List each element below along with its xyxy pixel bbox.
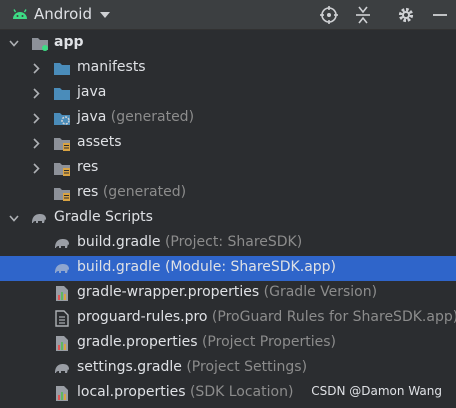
minimize-icon (433, 14, 447, 16)
tree-item-label: proguard-rules.pro (ProGuard Rules for S… (77, 309, 456, 325)
resource-folder-icon (54, 188, 70, 201)
tree-item-label: res (77, 159, 99, 175)
tree-item-app[interactable]: app (0, 31, 456, 56)
folder-icon (54, 63, 70, 75)
tree-item-label: build.gradle (Module: ShareSDK.app) (77, 259, 337, 275)
tree-item-java-generated[interactable]: java (generated) (0, 106, 456, 131)
chevron-right-icon[interactable] (31, 63, 41, 74)
hide-button[interactable] (429, 4, 451, 26)
crosshair-icon (320, 6, 338, 24)
gradle-icon (55, 264, 69, 273)
project-view-selector[interactable]: Android (34, 5, 92, 23)
tree-item-assets[interactable]: assets (0, 131, 456, 156)
tree-item-label: app (54, 34, 84, 50)
tree-item-label: manifests (77, 59, 146, 75)
tree-item-label: gradle.properties (Project Properties) (77, 334, 336, 350)
tree-item-label: build.gradle (Project: ShareSDK) (77, 234, 303, 250)
chevron-down-icon[interactable] (9, 38, 19, 49)
generated-folder-icon (54, 113, 70, 125)
settings-button[interactable] (395, 4, 417, 26)
project-toolbar: Android (0, 0, 456, 30)
gradle-icon (55, 364, 69, 373)
gear-icon (398, 7, 414, 23)
resource-folder-icon (54, 163, 70, 176)
tree-item-label: res (generated) (77, 184, 187, 200)
project-tree: app manifests java java (generated) asse… (0, 31, 456, 406)
tree-item-build-gradle-project[interactable]: build.gradle (Project: ShareSDK) (0, 231, 456, 256)
tree-item-label: java (generated) (77, 109, 195, 125)
tree-item-java[interactable]: java (0, 81, 456, 106)
tree-item-proguard-rules[interactable]: proguard-rules.pro (ProGuard Rules for S… (0, 306, 456, 331)
module-folder-icon (32, 38, 48, 51)
properties-icon (56, 336, 68, 351)
tree-item-label: java (77, 84, 107, 100)
properties-icon (56, 386, 68, 401)
chevron-right-icon[interactable] (31, 113, 41, 124)
gradle-icon (55, 239, 69, 248)
android-icon (13, 9, 27, 19)
properties-icon (56, 286, 68, 301)
watermark-text: CSDN @Damon Wang (311, 384, 442, 398)
tree-item-manifests[interactable]: manifests (0, 56, 456, 81)
tree-item-label: settings.gradle (Project Settings) (77, 359, 308, 375)
tree-item-res[interactable]: res (0, 156, 456, 181)
tree-item-gradle-properties[interactable]: gradle.properties (Project Properties) (0, 331, 456, 356)
gradle-elephant-icon (32, 214, 46, 223)
tree-item-build-gradle-module[interactable]: build.gradle (Module: ShareSDK.app) (0, 256, 456, 281)
chevron-right-icon[interactable] (31, 138, 41, 149)
source-folder-icon (54, 88, 70, 100)
chevron-down-icon[interactable] (9, 213, 19, 224)
tree-item-label: Gradle Scripts (54, 209, 153, 225)
chevron-right-icon[interactable] (31, 88, 41, 99)
select-opened-file-button[interactable] (318, 4, 340, 26)
text-file-icon (55, 310, 69, 327)
collapse-all-icon (356, 6, 370, 24)
tree-item-settings-gradle[interactable]: settings.gradle (Project Settings) (0, 356, 456, 381)
chevron-right-icon[interactable] (31, 163, 41, 174)
tree-item-label: gradle-wrapper.properties (Gradle Versio… (77, 284, 378, 300)
tree-item-gradle-wrapper-properties[interactable]: gradle-wrapper.properties (Gradle Versio… (0, 281, 456, 306)
tree-item-label: assets (77, 134, 122, 150)
chevron-down-icon[interactable] (99, 9, 111, 21)
tree-item-label: local.properties (SDK Location) (77, 384, 294, 400)
tree-item-gradle-scripts[interactable]: Gradle Scripts (0, 206, 456, 231)
tree-item-res-generated[interactable]: res (generated) (0, 181, 456, 206)
collapse-all-button[interactable] (352, 4, 374, 26)
resource-folder-icon (54, 138, 70, 151)
